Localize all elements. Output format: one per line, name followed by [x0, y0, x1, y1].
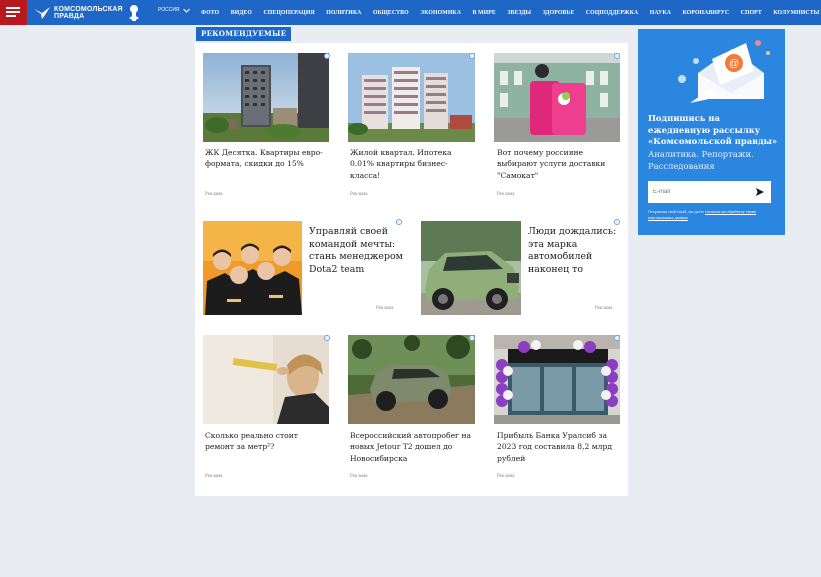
ad-label: Реклама: [205, 474, 223, 479]
ad-title[interactable]: Всероссийский автопробег на новых Jetour…: [350, 430, 474, 464]
order-emblem-icon: [128, 4, 139, 21]
ad-title[interactable]: ЖК Десятка. Квартиры евро-формата, скидк…: [205, 147, 327, 170]
envelope-illustration-icon: @: [678, 40, 770, 103]
nav-item-science[interactable]: НАУКА: [650, 10, 671, 16]
region-label: РОССИЯ: [158, 7, 180, 13]
ad-info-icon[interactable]: i: [396, 219, 402, 225]
ad-info-icon[interactable]: i: [614, 53, 620, 59]
ad-info-icon[interactable]: i: [614, 335, 620, 341]
nav-item-photo[interactable]: ФОТО: [201, 10, 219, 16]
consent-prefix: Отправляя свой email, вы даете: [648, 209, 704, 214]
ad-title[interactable]: Вот почему россияне выбирают услуги дост…: [497, 147, 619, 181]
ad-card[interactable]: i ЖК Десятка. Квартиры евро-формата, ски…: [203, 53, 330, 203]
logo-line-1: КОМСОМОЛЬСКАЯ: [54, 5, 123, 13]
ad-image-esports-team: [203, 221, 302, 315]
newsletter-title: Подпишись на ежедневную рассылку «Комсом…: [648, 113, 778, 147]
ad-card[interactable]: i Люди дождались: эта марка автомобилей …: [421, 219, 620, 315]
chevron-down-icon: [182, 8, 190, 13]
nav-item-coronavirus[interactable]: КОРОНАВИРУС: [683, 10, 730, 16]
ad-image-buildings: [203, 53, 329, 142]
ad-card[interactable]: i Вот почему россияне выбирают услуги до…: [494, 53, 620, 203]
ad-label: Реклама: [497, 474, 515, 479]
hamburger-icon[interactable]: [0, 0, 27, 25]
newsletter-widget: @ Подпишись на ежедневную рассылку «Комс…: [638, 29, 785, 235]
ad-image-renovation: [203, 335, 329, 424]
ad-info-icon[interactable]: i: [614, 219, 620, 225]
ad-title[interactable]: Прибыль Банка Уралсиб за 2023 год состав…: [497, 430, 619, 464]
ad-card[interactable]: i Всероссийский автопробег на новых Jeto…: [348, 335, 475, 485]
ad-image-suv: [421, 221, 521, 315]
email-field-wrapper: [648, 181, 771, 203]
ad-image-courier: [494, 53, 620, 142]
ad-image-residential-towers: [348, 53, 475, 142]
nav-item-special-operation[interactable]: СПЕЦОПЕРАЦИЯ: [264, 10, 315, 16]
ad-info-icon[interactable]: i: [324, 53, 330, 59]
logo-line-2: ПРАВДА: [54, 12, 85, 20]
nav-item-columnists[interactable]: КОЛУМНИСТЫ: [773, 10, 819, 16]
ad-title[interactable]: Управляй своей командой мечты: стань мен…: [309, 226, 407, 276]
nav-item-stars[interactable]: ЗВЕЗДЫ: [507, 10, 531, 16]
svg-text:@: @: [729, 59, 739, 70]
ad-label: Реклама: [497, 192, 515, 197]
ad-title[interactable]: Сколько реально стоит ремонт за метр²?: [205, 430, 327, 453]
email-input[interactable]: [648, 181, 748, 203]
ad-image-bank-office: [494, 335, 620, 424]
nav-item-sport[interactable]: СПОРТ: [741, 10, 762, 16]
nav-item-economy[interactable]: ЭКОНОМИКА: [420, 10, 461, 16]
ad-info-icon[interactable]: i: [469, 53, 475, 59]
nav-item-social-support[interactable]: СОЦПОДДЕРЖКА: [586, 10, 638, 16]
ad-info-icon[interactable]: i: [324, 335, 330, 341]
bird-logo-icon: [34, 6, 50, 19]
send-arrow-icon[interactable]: [755, 187, 765, 197]
ad-card[interactable]: i Жилой квартал. Ипотека 0.01% квартиры …: [348, 53, 475, 203]
consent-text: Отправляя свой email, вы даете согласие …: [648, 209, 778, 221]
nav-item-politics[interactable]: ПОЛИТИКА: [326, 10, 361, 16]
ad-title[interactable]: Люди дождались: эта марка автомобилей на…: [528, 226, 620, 276]
site-logo[interactable]: КОМСОМОЛЬСКАЯ ПРАВДА: [33, 2, 141, 23]
nav-item-world[interactable]: В МИРЕ: [473, 10, 496, 16]
ad-label: Реклама: [376, 306, 394, 311]
newsletter-subtitle: Аналитика. Репортажи. Расследования: [648, 149, 754, 171]
ad-label: Реклама: [595, 306, 613, 311]
nav-item-health[interactable]: ЗДОРОВЬЕ: [543, 10, 575, 16]
ad-card[interactable]: i Управляй своей командой мечты: стань м…: [203, 219, 406, 315]
top-navigation-bar: КОМСОМОЛЬСКАЯ ПРАВДА РОССИЯ ФОТО ВИДЕО С…: [0, 0, 821, 25]
ad-label: Реклама: [350, 192, 368, 197]
ad-label: Реклама: [205, 192, 223, 197]
ad-title[interactable]: Жилой квартал. Ипотека 0.01% квартиры би…: [350, 147, 474, 181]
section-tag: РЕКОМЕНДУЕМЫЕ: [196, 27, 292, 41]
ad-image-offroad-car: [348, 335, 475, 424]
main-nav: ФОТО ВИДЕО СПЕЦОПЕРАЦИЯ ПОЛИТИКА ОБЩЕСТВ…: [201, 0, 819, 25]
nav-item-society[interactable]: ОБЩЕСТВО: [373, 10, 409, 16]
nav-item-video[interactable]: ВИДЕО: [231, 10, 252, 16]
ad-card[interactable]: i Сколько реально стоит ремонт за метр²?…: [203, 335, 330, 485]
ad-info-icon[interactable]: i: [469, 335, 475, 341]
ad-card[interactable]: i Прибыль Банка Уралсиб за 2023 год сост…: [494, 335, 620, 485]
ad-label: Реклама: [350, 474, 368, 479]
region-selector[interactable]: РОССИЯ: [158, 7, 190, 13]
